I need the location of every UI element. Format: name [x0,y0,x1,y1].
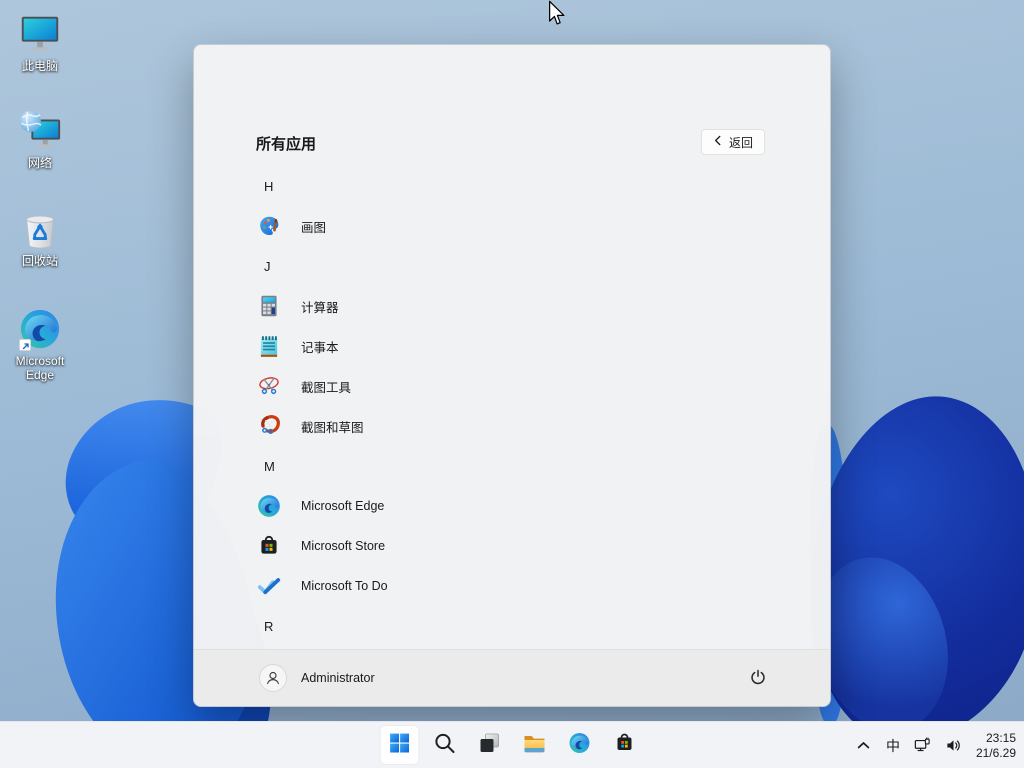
paint-icon [256,213,282,239]
app-item-snipping-tool[interactable]: 截图工具 [194,366,830,406]
calculator-icon [256,293,282,319]
app-item-label: 截图工具 [301,380,352,395]
notepad-icon [256,333,282,359]
app-item-paint[interactable]: 画图 [194,206,830,246]
clock[interactable]: 23:15 21/6.29 [976,731,1016,761]
app-item-label: 计算器 [301,300,339,315]
app-item-snip-sketch[interactable]: 截图和草图 [194,406,830,446]
edge-icon [256,493,282,519]
app-item-label: Microsoft To Do [301,579,388,593]
taskbar-center-buttons [379,725,645,765]
desktop-icon-label: 此电脑 [21,59,58,73]
desktop-icon-network[interactable]: 网络 [2,108,78,170]
all-apps-list: H 画图 J 计算器记事本截图工具截图和草图 M Microsoft Edge Micros… [194,166,830,686]
todo-icon [256,573,282,599]
system-tray: 中 23:15 21/6.29 [855,722,1016,768]
user-name: Administrator [301,671,375,685]
snip-sketch-icon [256,413,282,439]
store-icon [256,533,282,559]
search-icon [433,731,457,760]
this-pc-icon [17,11,63,57]
microsoft-edge-icon [17,306,63,352]
back-button-label: 返回 [728,135,753,150]
app-item-label: 画图 [301,220,327,235]
user-avatar-icon [259,664,287,692]
start-menu-footer: Administrator [194,649,830,706]
power-icon [749,668,767,691]
app-item-label: Microsoft Edge [301,499,385,513]
taskbar-button-task-view[interactable] [470,725,510,765]
app-item-microsoft-store[interactable]: Microsoft Store [194,526,830,566]
app-item-notepad[interactable]: 记事本 [194,326,830,366]
app-item-label: 截图和草图 [301,420,364,435]
network-icon[interactable] [914,737,931,754]
desktop-icon-microsoft-edge[interactable]: Microsoft Edge [2,306,78,382]
taskbar-button-start[interactable] [379,725,420,765]
clock-date: 21/6.29 [975,745,1016,760]
app-item-microsoft-edge[interactable]: Microsoft Edge [194,486,830,526]
section-header-M[interactable]: M [194,446,830,486]
clock-time: 23:15 [985,730,1016,745]
taskbar-button-search[interactable] [425,725,465,765]
start-menu: 所有应用 返回 H 画图 J 计算器记事本截图工具截图和草图 M Microsoft Ed… [193,44,831,707]
back-button[interactable]: 返回 [700,129,765,155]
network-icon [17,108,63,154]
power-button[interactable] [744,665,772,693]
taskbar-button-edge[interactable] [560,725,600,765]
user-account-button[interactable]: Administrator [259,664,375,692]
app-item-label: Microsoft Store [301,539,386,553]
section-header-H[interactable]: H [194,166,830,206]
desktop-icon-label: 回收站 [21,254,58,268]
file-explorer-icon [523,731,547,760]
chevron-left-icon [713,135,722,149]
hidden-icons-chevron[interactable] [855,737,872,754]
desktop-icon-recycle-bin[interactable]: 回收站 [2,206,78,268]
mouse-cursor [547,0,568,28]
desktop-icon-this-pc[interactable]: 此电脑 [2,11,78,73]
edge-icon [568,731,592,760]
taskbar-button-file-explorer[interactable] [515,725,555,765]
snipping-tool-icon [256,373,282,399]
task-view-icon [478,731,502,760]
desktop-icon-label: 网络 [27,156,52,170]
section-header-R[interactable]: R [194,606,830,646]
app-item-calculator[interactable]: 计算器 [194,286,830,326]
desktop-icon-label: Microsoft Edge [15,354,65,382]
app-item-label: 记事本 [301,340,339,355]
app-item-microsoft-to-do[interactable]: Microsoft To Do [194,566,830,606]
all-apps-title: 所有应用 [256,136,317,153]
section-header-J[interactable]: J [194,246,830,286]
shortcut-arrow-icon [19,339,31,351]
taskbar: 中 23:15 21/6.29 [0,721,1024,768]
start-icon [388,731,412,760]
taskbar-button-store[interactable] [605,725,645,765]
recycle-bin-icon [17,206,63,252]
store-icon [613,731,637,760]
volume-icon[interactable] [945,737,962,754]
ime-indicator[interactable]: 中 [886,736,900,756]
